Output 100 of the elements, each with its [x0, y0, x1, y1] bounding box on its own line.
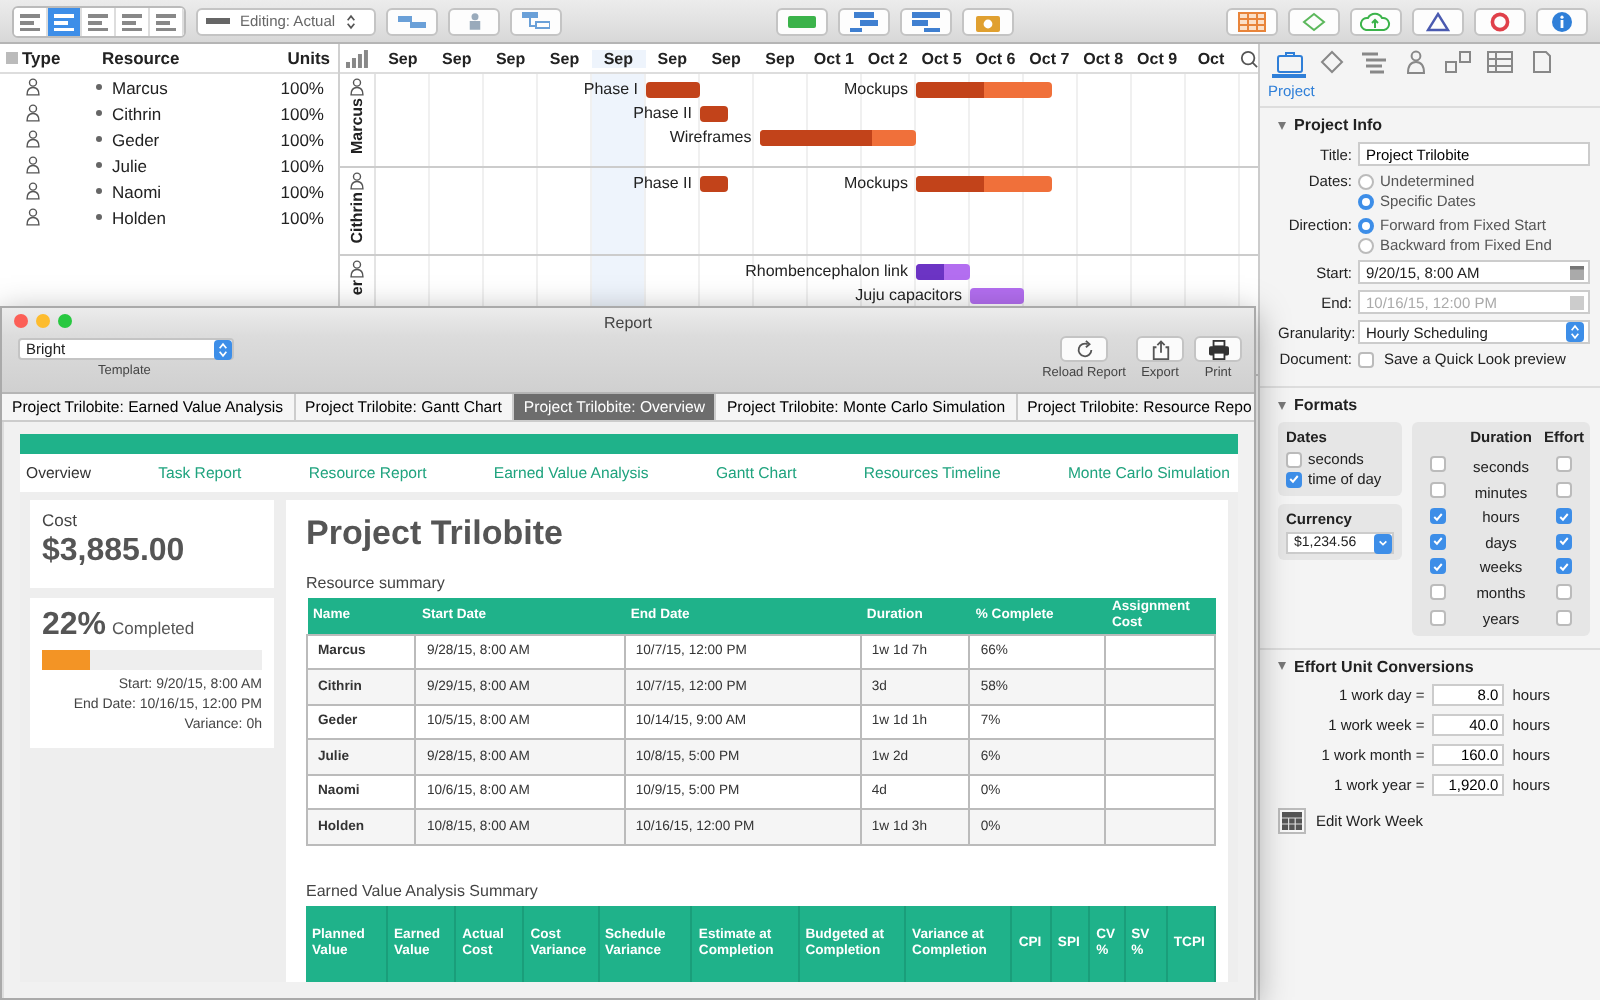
reload-icon	[1073, 339, 1096, 359]
zoom-icon[interactable]	[1239, 49, 1258, 67]
person-icon	[26, 156, 40, 174]
grid-icon	[1238, 11, 1266, 31]
effort-checkbox[interactable]	[1556, 609, 1572, 625]
section-title: Earned Value Analysis Summary	[306, 881, 540, 899]
resource-name[interactable]: Cithrin	[112, 103, 162, 123]
task-bar[interactable]	[916, 176, 1051, 192]
lane-label: er	[348, 280, 366, 296]
checkbox[interactable]	[1286, 451, 1302, 467]
share-button[interactable]	[1136, 336, 1184, 362]
date-column-header: Sep	[440, 49, 474, 67]
date-column-header: Sep	[591, 49, 646, 67]
effort-checkbox[interactable]	[1556, 558, 1572, 574]
date-column-header: Oct 1	[811, 49, 856, 67]
report-title: Project Trilobite	[306, 514, 565, 554]
info-button[interactable]	[1536, 7, 1588, 35]
outdent-button[interactable]	[899, 7, 951, 35]
connect-button[interactable]	[510, 7, 562, 35]
duration-checkbox[interactable]	[1430, 533, 1446, 549]
level-button[interactable]	[386, 7, 438, 35]
effort-checkbox[interactable]	[1556, 456, 1572, 472]
task-inspector-tab[interactable]	[1356, 50, 1390, 78]
units-cell-text: 100%	[278, 155, 324, 175]
section-heading: Formats	[1294, 396, 1358, 414]
bar-icon	[206, 17, 230, 25]
date-column-header: Sep	[547, 49, 582, 67]
resource-name[interactable]: Geder	[112, 129, 160, 149]
duration-checkbox[interactable]	[1430, 583, 1446, 599]
bars-icon	[398, 13, 426, 29]
add-task-button[interactable]	[775, 7, 827, 35]
table-inspector-tab[interactable]	[1482, 50, 1516, 78]
duration-checkbox[interactable]	[1430, 609, 1446, 625]
task-label: Mockups	[843, 174, 908, 194]
lane-label: Cithrin	[348, 192, 366, 244]
date-column-header: Oct 7	[1027, 49, 1072, 67]
resource-name[interactable]: Julie	[112, 155, 147, 175]
violations-button[interactable]	[1474, 7, 1526, 35]
resource-name[interactable]: Holden	[112, 207, 166, 227]
date-column-header: Oct 6	[973, 49, 1018, 67]
section-heading: Project Info	[1294, 116, 1383, 134]
level-resources-button[interactable]	[1412, 7, 1464, 35]
bullet-icon	[96, 110, 102, 116]
person-icon	[350, 260, 364, 278]
duration-checkbox[interactable]	[1430, 508, 1446, 524]
disclosure-icon[interactable]	[1278, 662, 1286, 670]
bar-chart-icon[interactable]	[346, 49, 370, 67]
calendar-button[interactable]	[1278, 807, 1306, 833]
disclosure-icon[interactable]	[1278, 121, 1286, 129]
percent-value: 22%	[42, 608, 107, 644]
assignment-inspector-tab[interactable]	[1440, 50, 1474, 78]
column-header[interactable]: Resource	[66, 48, 246, 68]
zoom-button[interactable]	[58, 314, 72, 328]
column-header[interactable]: Type	[18, 48, 66, 68]
person-button[interactable]	[448, 7, 500, 35]
window-title: Report	[603, 313, 652, 331]
duration-checkbox[interactable]	[1430, 482, 1446, 498]
units-cell-text: 100%	[278, 77, 324, 97]
publish-button[interactable]	[1350, 7, 1402, 35]
disclosure-icon[interactable]	[1278, 401, 1286, 409]
checkbox[interactable]	[1286, 471, 1302, 487]
chevron-down-icon	[1378, 538, 1388, 548]
bullet-icon	[96, 162, 102, 168]
network-view-button[interactable]	[116, 7, 150, 35]
task-bar[interactable]	[916, 264, 970, 280]
share-icon	[1149, 339, 1171, 359]
effort-checkbox[interactable]	[1556, 533, 1572, 549]
person-icon	[350, 172, 364, 190]
task-label: Wireframes	[669, 128, 752, 148]
table-button[interactable]	[1226, 7, 1278, 35]
date-column-header: Oct 2	[865, 49, 910, 67]
camera-button[interactable]	[961, 7, 1013, 35]
task-bar[interactable]	[916, 82, 1051, 98]
task-bar[interactable]	[759, 130, 916, 146]
column-header[interactable]: Units	[246, 48, 330, 68]
close-button[interactable]	[14, 314, 28, 328]
calendar-icon[interactable]	[1570, 265, 1584, 279]
duration-checkbox[interactable]	[1430, 558, 1446, 574]
cost-label: Cost	[42, 510, 79, 530]
checkbox[interactable]	[1358, 351, 1374, 367]
indent-button[interactable]	[837, 7, 889, 35]
date-column-header: Sep	[763, 49, 797, 67]
effort-checkbox[interactable]	[1556, 583, 1572, 599]
people-view-button[interactable]	[48, 7, 82, 35]
duration-checkbox[interactable]	[1430, 456, 1446, 472]
style-view-button[interactable]	[150, 7, 184, 35]
baseline-button[interactable]	[1288, 7, 1340, 35]
effort-checkbox[interactable]	[1556, 482, 1572, 498]
date-column-header: Sep	[493, 49, 528, 67]
calendar-view-button[interactable]	[82, 7, 116, 35]
resource-name[interactable]: Naomi	[112, 181, 162, 201]
outline-view-view-button[interactable]	[14, 7, 48, 35]
info-icon	[1552, 11, 1572, 31]
briefcase-inspector-tab[interactable]	[1272, 50, 1306, 78]
print-button[interactable]	[1194, 336, 1242, 362]
updown-arrows-icon	[1570, 324, 1580, 340]
effort-checkbox[interactable]	[1556, 508, 1572, 524]
reload-button[interactable]	[1060, 336, 1109, 362]
units-cell-text: 100%	[278, 207, 324, 227]
resource-name[interactable]: Marcus	[112, 77, 168, 97]
